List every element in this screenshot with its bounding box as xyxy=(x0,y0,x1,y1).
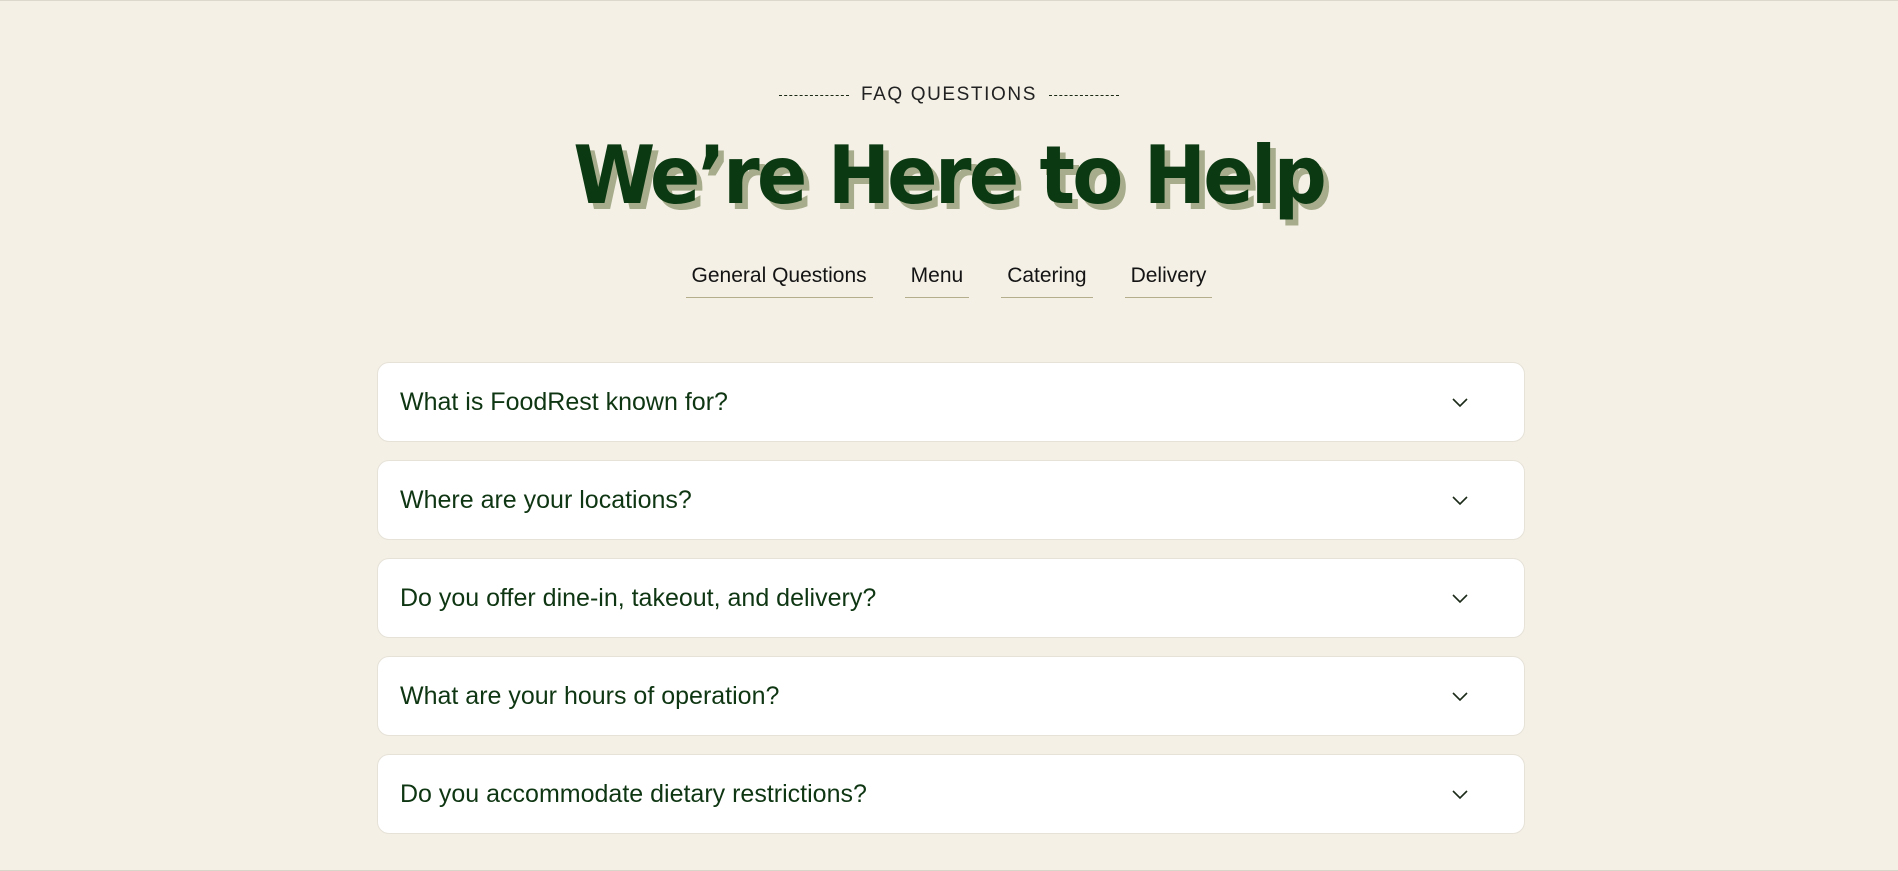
faq-item[interactable]: Do you offer dine-in, takeout, and deliv… xyxy=(377,558,1525,638)
faq-question: What are your hours of operation? xyxy=(400,681,780,710)
faq-question: Do you accommodate dietary restrictions? xyxy=(400,779,867,808)
top-divider xyxy=(0,0,1898,1)
faq-category-tabs: General Questions Menu Catering Delivery xyxy=(0,264,1898,298)
tab-general-questions[interactable]: General Questions xyxy=(685,264,873,298)
faq-item[interactable]: Do you accommodate dietary restrictions? xyxy=(377,754,1525,834)
chevron-down-icon[interactable] xyxy=(1451,491,1469,509)
tab-catering[interactable]: Catering xyxy=(1001,264,1093,298)
eyebrow-label: FAQ QUESTIONS xyxy=(861,84,1037,105)
tab-delivery[interactable]: Delivery xyxy=(1124,264,1213,298)
faq-item[interactable]: Where are your locations? xyxy=(377,460,1525,540)
faq-question: Where are your locations? xyxy=(400,485,692,514)
chevron-down-icon[interactable] xyxy=(1451,589,1469,607)
chevron-down-icon[interactable] xyxy=(1451,687,1469,705)
headline-container: We’re Here to Help xyxy=(0,136,1898,216)
eyebrow-dash-right xyxy=(1049,94,1119,96)
faq-question: Do you offer dine-in, takeout, and deliv… xyxy=(400,583,877,612)
eyebrow-dash-left xyxy=(779,94,849,96)
chevron-down-icon[interactable] xyxy=(1451,785,1469,803)
faq-list: What is FoodRest known for? Where are yo… xyxy=(377,362,1525,852)
section-eyebrow: FAQ QUESTIONS xyxy=(0,84,1898,106)
tab-menu[interactable]: Menu xyxy=(904,264,970,298)
page-title: We’re Here to Help xyxy=(573,129,1328,222)
faq-item[interactable]: What is FoodRest known for? xyxy=(377,362,1525,442)
chevron-down-icon[interactable] xyxy=(1451,393,1469,411)
faq-question: What is FoodRest known for? xyxy=(400,387,728,416)
faq-item[interactable]: What are your hours of operation? xyxy=(377,656,1525,736)
